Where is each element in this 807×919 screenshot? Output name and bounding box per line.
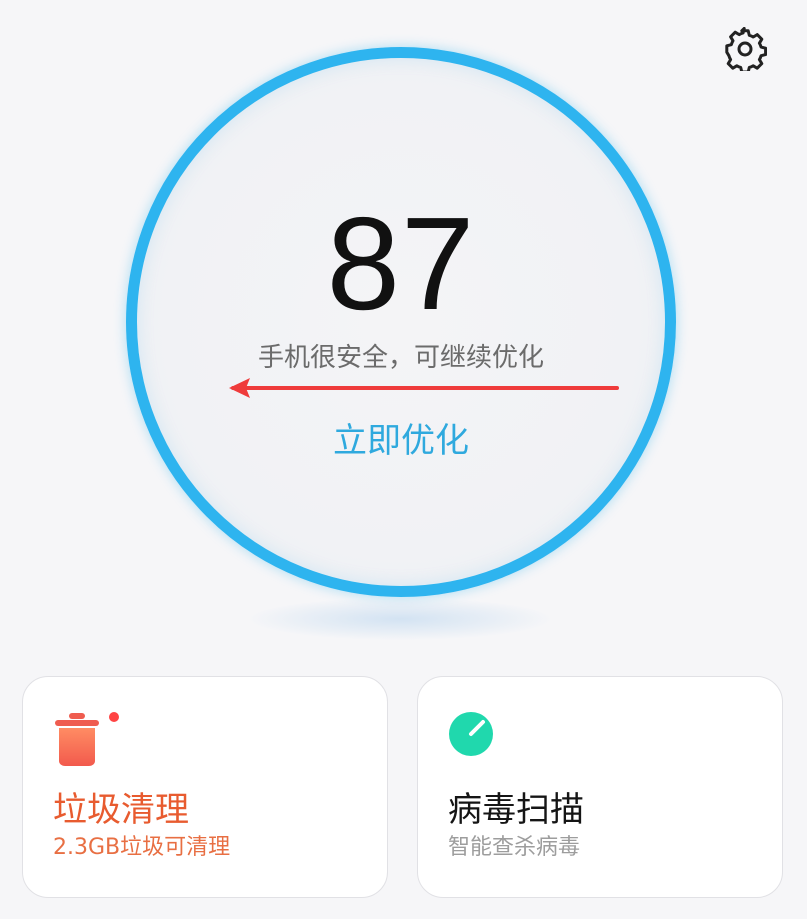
health-score: 87 [326,190,476,337]
settings-button[interactable] [720,24,770,74]
status-text: 手机很安全，可继续优化 [257,343,544,373]
junk-clean-subtitle: 2.3GB垃圾可清理 [53,835,231,860]
virus-scan-card[interactable]: 病毒扫描 智能查杀病毒 [417,676,783,898]
scan-dial-icon [448,711,494,761]
junk-clean-card[interactable]: 垃圾清理 2.3GB垃圾可清理 [22,676,388,898]
health-score-gauge: 87 手机很安全，可继续优化 立即优化 [126,47,676,597]
virus-scan-title: 病毒扫描 [448,790,584,830]
gauge-shadow [250,598,550,640]
junk-clean-title: 垃圾清理 [53,790,189,830]
notification-dot [109,712,119,722]
gear-icon [725,27,767,71]
virus-scan-subtitle: 智能查杀病毒 [448,835,581,860]
optimize-now-button[interactable]: 立即优化 [137,422,665,460]
red-arrow-annotation [229,378,619,398]
trash-bin-icon [53,711,101,771]
